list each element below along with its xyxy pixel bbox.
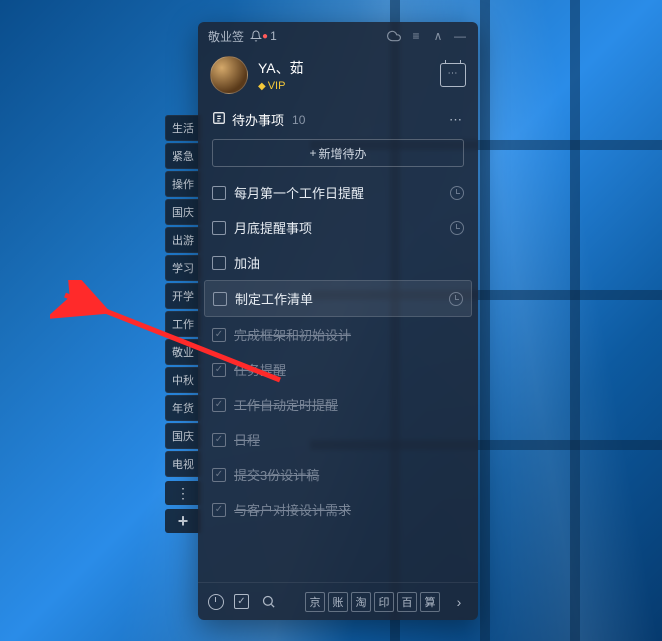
checkbox[interactable] bbox=[212, 328, 226, 342]
category-tab[interactable]: 电视 bbox=[165, 451, 201, 477]
todo-label: 与客户对接设计需求 bbox=[234, 500, 464, 519]
list-icon bbox=[212, 111, 226, 128]
category-tab[interactable]: 紧急 bbox=[165, 143, 201, 169]
checkbox[interactable] bbox=[212, 398, 226, 412]
todo-label: 每月第一个工作日提醒 bbox=[234, 183, 442, 202]
checkbox[interactable] bbox=[212, 221, 226, 235]
section-title: 待办事项 bbox=[232, 110, 284, 129]
category-tab[interactable]: 国庆 bbox=[165, 199, 201, 225]
category-tabs: 生活紧急操作国庆出游学习开学工作敬业中秋年货国庆电视⋮+ bbox=[165, 115, 201, 533]
checkbox[interactable] bbox=[212, 468, 226, 482]
todo-item[interactable]: 制定工作清单 bbox=[204, 280, 472, 317]
reminder-clock-icon[interactable] bbox=[450, 221, 464, 235]
add-tab-button[interactable]: + bbox=[165, 509, 201, 533]
avatar[interactable] bbox=[210, 56, 248, 94]
todo-label: 月底提醒事项 bbox=[234, 218, 442, 237]
bell-icon[interactable]: ●1 bbox=[250, 29, 277, 43]
reminder-clock-icon[interactable] bbox=[450, 186, 464, 200]
more-icon[interactable]: ⋯ bbox=[449, 112, 464, 128]
username: YA、茹 bbox=[258, 58, 430, 78]
shortcut-button[interactable]: 印 bbox=[374, 592, 394, 612]
diamond-icon: ◆ bbox=[258, 81, 266, 92]
plus-icon: + bbox=[309, 146, 316, 160]
todo-label: 完成框架和初始设计 bbox=[234, 325, 464, 344]
category-tab[interactable]: 年货 bbox=[165, 395, 201, 421]
more-tabs-icon[interactable]: ⋮ bbox=[165, 481, 201, 505]
todo-item[interactable]: 日程 bbox=[204, 422, 472, 457]
shortcut-button[interactable]: 京 bbox=[305, 592, 325, 612]
minimize-icon[interactable]: — bbox=[452, 28, 468, 44]
reminder-clock-icon[interactable] bbox=[449, 292, 463, 306]
category-tab[interactable]: 国庆 bbox=[165, 423, 201, 449]
category-tab[interactable]: 开学 bbox=[165, 283, 201, 309]
app-title: 敬业签 bbox=[208, 28, 244, 45]
vip-badge: ◆ VIP bbox=[258, 80, 430, 92]
checkbox[interactable] bbox=[212, 256, 226, 270]
chevron-right-icon[interactable]: › bbox=[450, 593, 468, 611]
calendar-icon[interactable] bbox=[440, 63, 466, 87]
app-window: 敬业签 ●1 ≡ ∧ — YA、茹 ◆ VIP 待办事项 10 ⋯ + 新增待办 bbox=[198, 22, 478, 620]
checkbox[interactable] bbox=[212, 503, 226, 517]
todo-item[interactable]: 月底提醒事项 bbox=[204, 210, 472, 245]
cloud-icon[interactable] bbox=[386, 28, 402, 44]
shortcut-button[interactable]: 淘 bbox=[351, 592, 371, 612]
titlebar: 敬业签 ●1 ≡ ∧ — bbox=[198, 22, 478, 50]
shortcut-button[interactable]: 算 bbox=[420, 592, 440, 612]
todo-label: 提交3份设计稿 bbox=[234, 465, 464, 484]
checklist-icon[interactable]: ✓ bbox=[234, 594, 249, 609]
shortcut-group: 京账淘印百算 bbox=[305, 592, 440, 612]
category-tab[interactable]: 出游 bbox=[165, 227, 201, 253]
todo-item[interactable]: 加油 bbox=[204, 245, 472, 280]
todo-label: 加油 bbox=[234, 253, 464, 272]
category-tab[interactable]: 生活 bbox=[165, 115, 201, 141]
section-count: 10 bbox=[292, 113, 305, 127]
todo-item[interactable]: 每月第一个工作日提醒 bbox=[204, 175, 472, 210]
bottom-bar: ✓ 京账淘印百算 › bbox=[198, 582, 478, 620]
checkbox[interactable] bbox=[212, 186, 226, 200]
todo-label: 日程 bbox=[234, 430, 464, 449]
checkbox[interactable] bbox=[212, 433, 226, 447]
todo-item[interactable]: 与客户对接设计需求 bbox=[204, 492, 472, 527]
todo-item[interactable]: 提交3份设计稿 bbox=[204, 457, 472, 492]
todo-item[interactable]: 工作自动定时提醒 bbox=[204, 387, 472, 422]
category-tab[interactable]: 工作 bbox=[165, 311, 201, 337]
clock-icon[interactable] bbox=[208, 594, 224, 610]
todo-label: 制定工作清单 bbox=[235, 289, 441, 308]
shortcut-button[interactable]: 账 bbox=[328, 592, 348, 612]
checkbox[interactable] bbox=[213, 292, 227, 306]
section-header: 待办事项 10 ⋯ bbox=[198, 104, 478, 135]
category-tab[interactable]: 操作 bbox=[165, 171, 201, 197]
todo-item[interactable]: 完成框架和初始设计 bbox=[204, 317, 472, 352]
category-tab[interactable]: 中秋 bbox=[165, 367, 201, 393]
category-tab[interactable]: 敬业 bbox=[165, 339, 201, 365]
todo-list: 每月第一个工作日提醒月底提醒事项加油制定工作清单完成框架和初始设计任务提醒工作自… bbox=[198, 175, 478, 582]
checkbox[interactable] bbox=[212, 363, 226, 377]
shortcut-button[interactable]: 百 bbox=[397, 592, 417, 612]
todo-label: 工作自动定时提醒 bbox=[234, 395, 464, 414]
profile-section: YA、茹 ◆ VIP bbox=[198, 50, 478, 104]
search-icon[interactable] bbox=[259, 593, 277, 611]
category-tab[interactable]: 学习 bbox=[165, 255, 201, 281]
todo-label: 任务提醒 bbox=[234, 360, 464, 379]
menu-icon[interactable]: ≡ bbox=[408, 28, 424, 44]
todo-item[interactable]: 任务提醒 bbox=[204, 352, 472, 387]
collapse-icon[interactable]: ∧ bbox=[430, 28, 446, 44]
add-todo-button[interactable]: + 新增待办 bbox=[212, 139, 464, 167]
